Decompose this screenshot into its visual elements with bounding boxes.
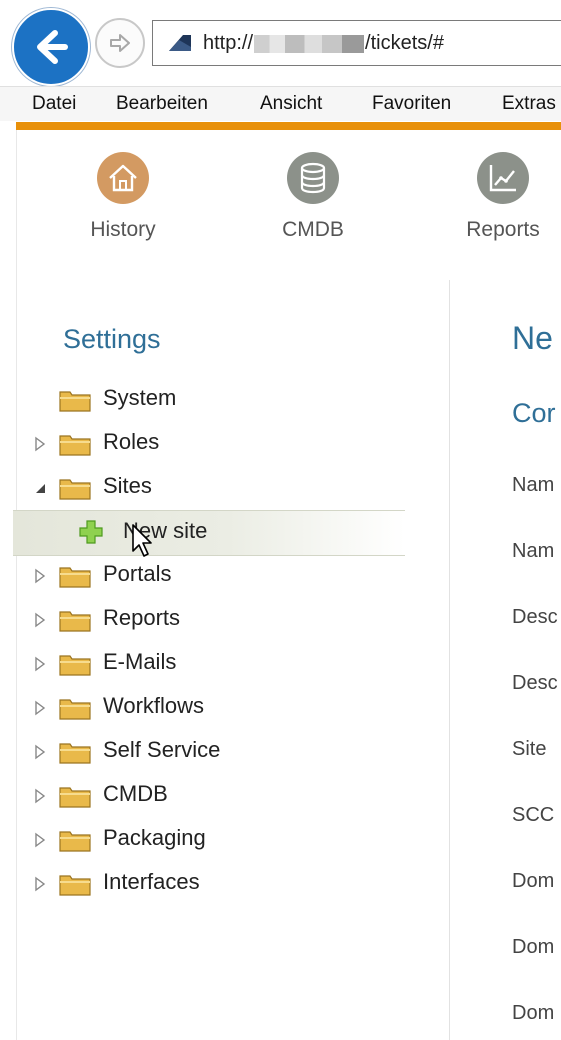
house-icon (109, 164, 137, 192)
accent-stripe (16, 122, 561, 130)
field-label: Desc (512, 672, 558, 694)
nav-cmdb[interactable]: CMDB (245, 152, 375, 262)
nav-history-label: History (90, 218, 156, 241)
arrow-right-icon (110, 34, 130, 52)
tree-item-label: Packaging (103, 825, 206, 850)
arrow-left-icon (37, 30, 68, 64)
nav-history[interactable]: History (55, 152, 185, 262)
tree-item-portals[interactable]: Portals (17, 554, 449, 598)
chevron-right-icon[interactable] (33, 700, 47, 716)
chevron-right-icon[interactable] (33, 832, 47, 848)
field-label: Site (512, 738, 547, 760)
field-label: Desc (512, 606, 558, 628)
field-label: Dom (512, 870, 555, 892)
tree-item-label: New site (123, 518, 208, 543)
tree-item-label: Roles (103, 429, 160, 454)
database-icon (300, 162, 326, 194)
tree-item-cmdb[interactable]: CMDB (17, 774, 449, 818)
menu-bearbeiten[interactable]: Bearbeiten (116, 87, 208, 121)
chevron-right-icon[interactable] (33, 568, 47, 584)
page-content: History CMDB Reports Settings System Rol… (13, 130, 561, 1040)
tree-item-label: Portals (103, 561, 172, 586)
menu-ansicht[interactable]: Ansicht (260, 87, 322, 121)
tree-item-new-site[interactable]: New site (13, 510, 405, 557)
chevron-down-icon[interactable] (33, 480, 47, 496)
folder-icon (59, 784, 91, 813)
chevron-right-icon[interactable] (33, 436, 47, 452)
site-favicon-icon (169, 35, 191, 51)
folder-icon (59, 696, 91, 725)
field-label: SCC (512, 804, 555, 826)
back-button[interactable] (12, 8, 90, 86)
tree-item-label: Self Service (103, 737, 221, 762)
nav-history-circle (97, 152, 149, 204)
url-prefix: http:// (203, 32, 254, 55)
tree-item-label: Workflows (103, 693, 205, 718)
tree-item-label: Sites (103, 473, 152, 498)
menu-bar: Datei Bearbeiten Ansicht Favoriten Extra… (0, 86, 561, 121)
chevron-right-icon[interactable] (33, 744, 47, 760)
tree-item-interfaces[interactable]: Interfaces (17, 862, 449, 906)
field-label: Dom (512, 936, 555, 958)
field-label: Nam (512, 540, 555, 562)
field-label: Dom (512, 1002, 555, 1024)
redacted-host (254, 34, 365, 53)
forward-button[interactable] (95, 18, 145, 68)
folder-icon (59, 740, 91, 769)
folder-icon (59, 872, 91, 901)
folder-icon (59, 828, 91, 857)
folder-icon (59, 388, 91, 417)
url-text[interactable]: http:// /tickets/# (203, 32, 444, 55)
tree-item-sites[interactable]: Sites (17, 466, 449, 510)
page-title: Ne (512, 320, 553, 356)
menu-extras[interactable]: Extras (502, 87, 556, 121)
settings-panel: Settings System Roles Sites New site Por… (13, 280, 450, 1040)
url-path: /tickets/# (365, 32, 444, 55)
tree-item-self-service[interactable]: Self Service (17, 730, 449, 774)
nav-reports-circle (477, 152, 529, 204)
nav-cmdb-circle (287, 152, 339, 204)
chevron-right-icon[interactable] (33, 656, 47, 672)
tree-item-label: Reports (103, 605, 181, 630)
folder-icon (59, 476, 91, 505)
menu-favoriten[interactable]: Favoriten (372, 87, 451, 121)
nav-reports[interactable]: Reports (435, 152, 561, 262)
tree-item-label: CMDB (103, 781, 168, 806)
field-label: Nam (512, 474, 555, 496)
chart-icon (489, 165, 516, 192)
folder-icon (59, 652, 91, 681)
tree-item-e-mails[interactable]: E-Mails (17, 642, 449, 686)
section-title: Cor (512, 398, 556, 428)
folder-icon (59, 564, 91, 593)
tree-item-packaging[interactable]: Packaging (17, 818, 449, 862)
tree-item-reports[interactable]: Reports (17, 598, 449, 642)
chevron-right-icon[interactable] (33, 788, 47, 804)
tree-item-roles[interactable]: Roles (17, 422, 449, 466)
chevron-right-icon[interactable] (33, 876, 47, 892)
settings-title: Settings (63, 324, 161, 354)
tree-item-label: E-Mails (103, 649, 177, 674)
folder-icon (59, 608, 91, 637)
nav-reports-label: Reports (466, 218, 540, 241)
tree-item-system[interactable]: System (17, 378, 449, 422)
plus-icon (79, 520, 103, 544)
nav-cmdb-label: CMDB (282, 218, 344, 241)
address-bar[interactable]: http:// /tickets/# (152, 20, 561, 66)
tree-item-label: System (103, 385, 177, 410)
chevron-right-icon[interactable] (33, 612, 47, 628)
browser-chrome: http:// /tickets/# (0, 0, 561, 86)
site-form-panel: Ne Cor Nam Nam Desc Desc Site SCC Dom Do… (450, 280, 561, 1040)
folder-icon (59, 432, 91, 461)
menu-datei[interactable]: Datei (32, 87, 76, 121)
tree-item-label: Interfaces (103, 869, 200, 894)
tree-item-workflows[interactable]: Workflows (17, 686, 449, 730)
